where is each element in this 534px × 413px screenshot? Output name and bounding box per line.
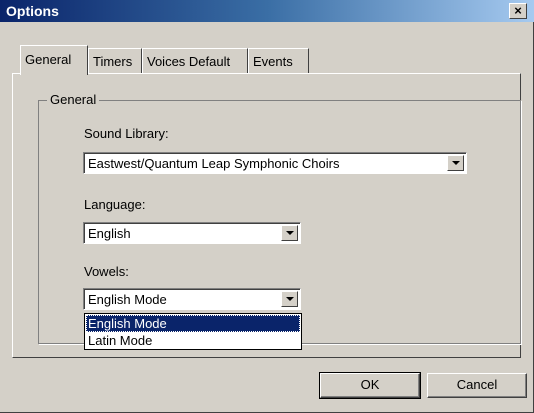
tab-label: General (25, 52, 72, 67)
cancel-button[interactable]: Cancel (427, 373, 527, 398)
dropdown-option-english-mode[interactable]: English Mode (86, 315, 300, 332)
chevron-down-icon[interactable] (447, 155, 464, 171)
dropdown-option-latin-mode[interactable]: Latin Mode (86, 332, 300, 349)
language-label: Language: (84, 197, 146, 212)
vowels-dropdown-list: English Mode Latin Mode (84, 313, 302, 350)
group-title: General (47, 92, 100, 107)
vowels-value: English Mode (88, 292, 167, 307)
close-icon: × (514, 3, 522, 18)
title-bar[interactable]: Options × (0, 0, 534, 22)
sound-library-select[interactable]: Eastwest/Quantum Leap Symphonic Choirs (83, 152, 467, 174)
chevron-down-icon[interactable] (281, 291, 298, 307)
tab-voices-default[interactable]: Voices Default (142, 48, 248, 74)
options-dialog: Options × General Timers Voices Default … (0, 0, 534, 413)
tab-label: Events (253, 54, 293, 69)
tab-label: Voices Default (147, 54, 231, 69)
tab-timers[interactable]: Timers (88, 48, 142, 74)
ok-button[interactable]: OK (319, 372, 421, 399)
sound-library-label: Sound Library: (84, 126, 169, 141)
tab-general[interactable]: General (20, 45, 88, 75)
sound-library-value: Eastwest/Quantum Leap Symphonic Choirs (88, 156, 340, 171)
vowels-label: Vowels: (84, 264, 129, 279)
tab-events[interactable]: Events (248, 48, 309, 74)
window-title: Options (6, 3, 59, 19)
language-value: English (88, 226, 131, 241)
chevron-down-icon[interactable] (281, 225, 298, 241)
language-select[interactable]: English (83, 222, 301, 244)
tab-label: Timers (93, 54, 133, 69)
vowels-select[interactable]: English Mode (83, 288, 301, 310)
close-button[interactable]: × (509, 3, 527, 19)
